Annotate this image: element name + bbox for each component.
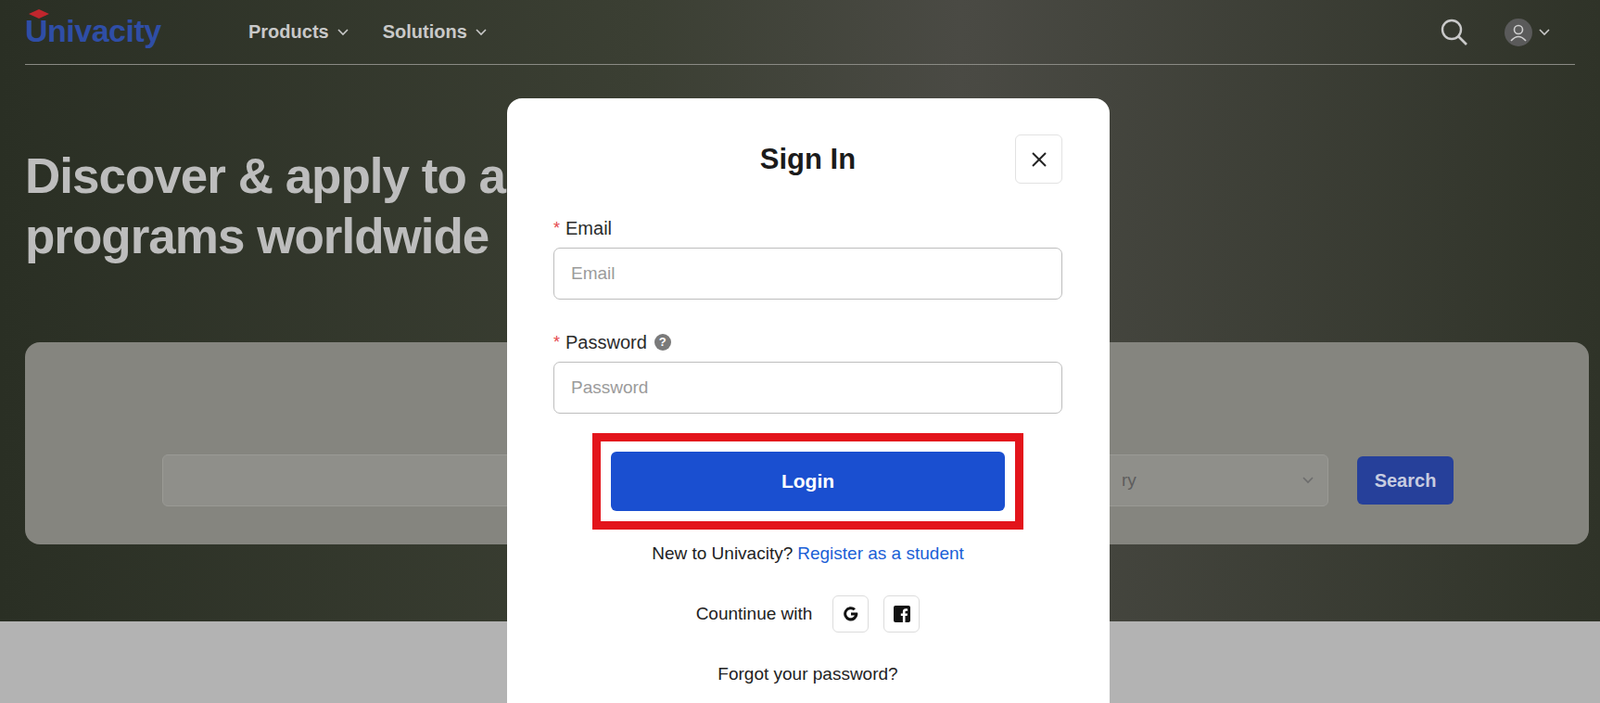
field-label: *Password? (553, 330, 1063, 354)
google-button[interactable] (832, 595, 869, 633)
required-mark: * (553, 216, 560, 240)
form-field: *Email (553, 216, 1063, 300)
country-select[interactable]: ry (1087, 454, 1329, 507)
page: UnivacityProductsSolutionsDiscover & app… (0, 0, 1600, 703)
search-icon[interactable] (1439, 17, 1470, 48)
nav: Products Solutions (248, 21, 1440, 43)
login-button[interactable]: Login (610, 451, 1005, 511)
register-link[interactable]: Register as a student (797, 543, 965, 563)
facebook-icon (893, 605, 911, 623)
field-label: *Email (553, 216, 1063, 240)
nav-item[interactable]: Products (248, 21, 350, 43)
forgot-password-link[interactable]: Forgot your password? (553, 662, 1063, 686)
logo-text: Univacity (25, 12, 162, 50)
field-input[interactable] (553, 247, 1063, 300)
dialog-header: Sign In (553, 134, 1063, 184)
user-icon (1504, 18, 1533, 47)
header-actions (1439, 17, 1551, 48)
search-button[interactable]: Search (1357, 456, 1454, 505)
register-prompt: New to Univacity?Register as a student (553, 542, 1063, 565)
chevron-down-icon (336, 27, 350, 38)
dialog-title: Sign In (760, 142, 856, 177)
facebook-button[interactable] (883, 595, 920, 633)
logo[interactable]: Univacity (25, 9, 249, 50)
form-field: *Password? (553, 330, 1063, 414)
google-icon (841, 604, 861, 623)
chevron-down-icon (1301, 475, 1315, 485)
login-highlight: Login (592, 432, 1024, 530)
nav-item[interactable]: Solutions (382, 21, 488, 43)
close-button[interactable] (1015, 134, 1063, 184)
chevron-down-icon (474, 27, 488, 38)
sign-in-dialog: Sign In *Email *Password? Login New to Univa… (507, 98, 1110, 703)
social-login: Countinue with (553, 595, 1063, 633)
help-icon[interactable]: ? (654, 333, 672, 351)
close-icon (1029, 150, 1049, 169)
field-input[interactable] (553, 361, 1063, 414)
chevron-down-icon (1537, 27, 1551, 38)
header: Univacity Products Solutions (25, 0, 1575, 65)
user-menu[interactable] (1504, 18, 1551, 47)
required-mark: * (553, 330, 560, 354)
